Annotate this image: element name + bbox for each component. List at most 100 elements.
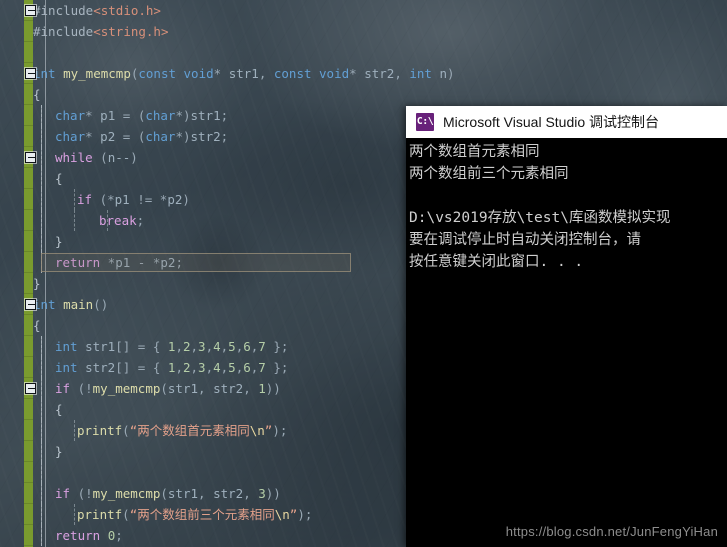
code-line-text: int str2[] = { 1,2,3,4,5,6,7 }; xyxy=(33,360,288,375)
code-line[interactable]: #include<stdio.h> xyxy=(0,0,727,21)
code-token: * xyxy=(213,66,229,81)
indent-guide xyxy=(74,210,75,231)
code-token: str1 xyxy=(228,66,259,81)
block-structure-rail xyxy=(41,231,42,252)
code-token: 7 xyxy=(258,360,266,375)
code-token: if xyxy=(55,381,71,396)
code-token: 4 xyxy=(213,360,221,375)
code-token: , xyxy=(198,381,214,396)
code-token: 2 xyxy=(182,360,191,375)
code-line-text: } xyxy=(33,234,63,249)
block-structure-rail xyxy=(41,525,42,546)
collapse-region-icon[interactable] xyxy=(25,68,36,79)
code-token: )) xyxy=(265,381,281,396)
console-window-title: Microsoft Visual Studio 调试控制台 xyxy=(443,114,660,130)
block-structure-rail xyxy=(41,168,42,189)
code-token: ( xyxy=(160,486,168,501)
code-token: main xyxy=(63,297,94,312)
code-line-text: char* p2 = (char*)str2; xyxy=(33,129,228,144)
code-token: , xyxy=(198,486,214,501)
code-token: 2 xyxy=(182,339,191,354)
code-token: ( xyxy=(92,150,108,165)
debug-console-window[interactable]: C:\ Microsoft Visual Studio 调试控制台 两个数组首元… xyxy=(406,106,727,547)
console-output-line: 两个数组前三个元素相同 xyxy=(409,166,569,182)
code-line-text: break; xyxy=(33,213,144,228)
code-token: int xyxy=(33,297,64,312)
code-token: 3 xyxy=(198,339,206,354)
code-line[interactable]: int my_memcmp(const void* str1, const vo… xyxy=(0,63,727,84)
code-token: ; xyxy=(220,129,229,144)
code-token: *) xyxy=(175,129,191,144)
indent-guide xyxy=(107,210,108,231)
code-token: str1 xyxy=(167,381,199,396)
code-token: ) xyxy=(447,66,455,81)
code-token: str2 xyxy=(364,66,395,81)
code-token: my_memcmp xyxy=(63,66,131,81)
code-token: () xyxy=(93,297,109,312)
code-line-text: if (!my_memcmp(str1, str2, 3)) xyxy=(33,486,281,501)
code-token: }; xyxy=(265,339,289,354)
code-token: ); xyxy=(272,423,288,438)
current-statement-highlight xyxy=(41,253,351,272)
code-line-text: if (!my_memcmp(str1, str2, 1)) xyxy=(33,381,281,396)
collapse-region-icon[interactable] xyxy=(25,299,36,310)
code-token: str2 xyxy=(190,129,221,144)
code-token: p2 xyxy=(100,129,116,144)
code-token: != * xyxy=(129,192,168,207)
code-token: \n xyxy=(249,423,265,438)
block-structure-rail xyxy=(41,420,42,441)
code-line[interactable]: { xyxy=(0,84,727,105)
collapse-region-icon[interactable] xyxy=(25,383,36,394)
code-token: char xyxy=(55,108,86,123)
code-token: (! xyxy=(70,486,93,501)
code-token: return xyxy=(55,528,101,543)
console-output-area[interactable]: 两个数组首元素相同 两个数组前三个元素相同 D:\vs2019存放\test\库函数… xyxy=(406,138,727,547)
code-token: int xyxy=(55,360,86,375)
code-token: } xyxy=(33,276,41,291)
code-line-text: if (*p1 != *p2) xyxy=(33,192,190,207)
code-token: , xyxy=(205,360,214,375)
code-line-text: return 0; xyxy=(33,528,123,543)
code-token: , xyxy=(205,339,214,354)
code-token: p1 xyxy=(114,192,130,207)
code-token: ( xyxy=(122,423,130,438)
collapse-region-icon[interactable] xyxy=(25,152,36,163)
code-line[interactable] xyxy=(0,42,727,63)
code-token: #include xyxy=(33,3,94,18)
code-token: char xyxy=(145,108,176,123)
code-token: if xyxy=(55,486,71,501)
code-token: , xyxy=(243,486,259,501)
code-token: (* xyxy=(92,192,115,207)
code-token: ; xyxy=(115,528,123,543)
code-line-text: { xyxy=(33,402,63,417)
code-token: (! xyxy=(70,381,93,396)
code-token: )) xyxy=(265,486,281,501)
block-structure-rail xyxy=(41,399,42,420)
code-token: , xyxy=(175,339,183,354)
code-token: { xyxy=(55,171,63,186)
code-token: }; xyxy=(265,360,289,375)
code-token: , xyxy=(175,360,183,375)
code-line-text: #include<stdio.h> xyxy=(33,3,161,18)
indent-guide xyxy=(74,420,75,441)
code-token: const void xyxy=(273,66,350,81)
code-token: <string.h> xyxy=(93,24,169,39)
code-token: { xyxy=(33,318,41,333)
code-token: ); xyxy=(297,507,313,522)
code-token: ; xyxy=(136,213,145,228)
code-token: 3 xyxy=(198,360,206,375)
code-line-text: char* p1 = (char*)str1; xyxy=(33,108,228,123)
code-token: 5 xyxy=(228,339,236,354)
code-token: 1 xyxy=(258,381,266,396)
collapse-region-icon[interactable] xyxy=(25,5,36,16)
code-token: int xyxy=(409,66,440,81)
console-title-bar[interactable]: C:\ Microsoft Visual Studio 调试控制台 xyxy=(406,106,727,138)
block-structure-rail xyxy=(41,147,42,168)
code-token: ) xyxy=(182,192,190,207)
code-token: , xyxy=(243,381,259,396)
code-token: * xyxy=(85,108,101,123)
code-token: ( xyxy=(122,507,130,522)
code-line[interactable]: #include<string.h> xyxy=(0,21,727,42)
